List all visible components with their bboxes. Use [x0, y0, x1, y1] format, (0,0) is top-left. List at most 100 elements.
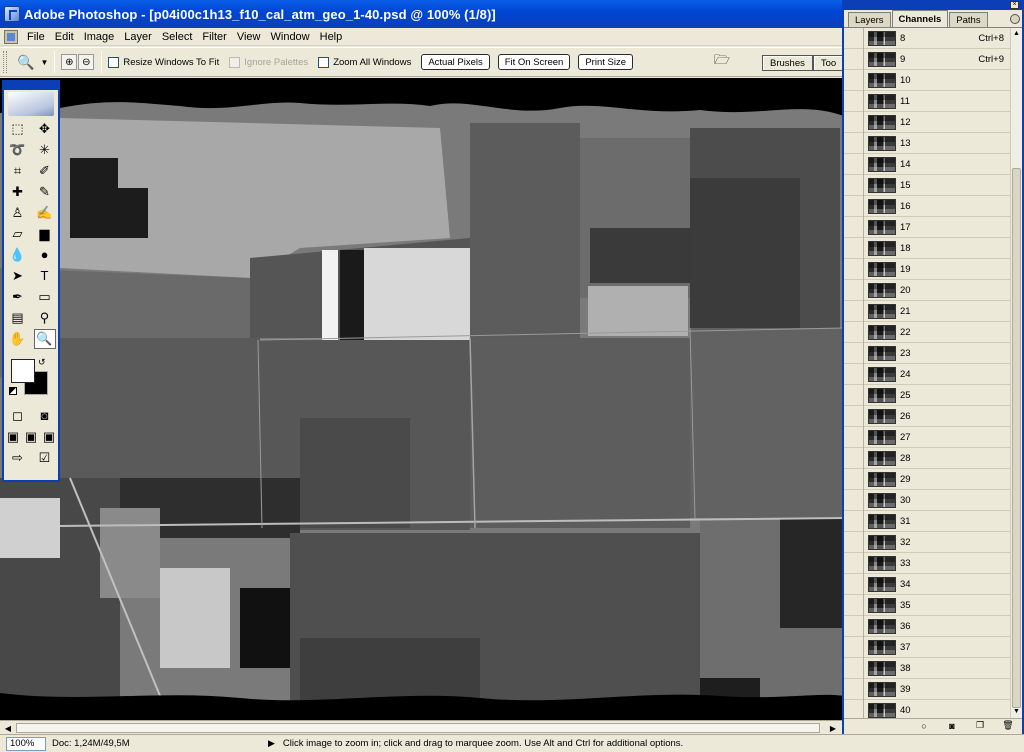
trash-icon[interactable]: 🗑	[1002, 720, 1014, 731]
visibility-eye-icon[interactable]	[844, 237, 864, 259]
title-bar[interactable]: Adobe Photoshop - [p04i00c1h13_f10_cal_a…	[0, 0, 844, 28]
channel-row[interactable]: 39	[844, 678, 1010, 700]
menu-layer[interactable]: Layer	[119, 31, 157, 43]
channel-row[interactable]: 34	[844, 573, 1010, 595]
channel-row[interactable]: 8 Ctrl+8	[844, 28, 1010, 49]
move-tool-icon[interactable]: ✥	[34, 119, 56, 139]
new-channel-icon[interactable]: ❐	[974, 720, 986, 731]
photoshop-app-icon[interactable]	[4, 6, 20, 22]
channel-row[interactable]: 20	[844, 279, 1010, 301]
visibility-eye-icon[interactable]	[844, 321, 864, 343]
visibility-eye-icon[interactable]	[844, 510, 864, 532]
channel-row[interactable]: 25	[844, 384, 1010, 406]
channel-row[interactable]: 12	[844, 111, 1010, 133]
image-canvas[interactable]	[0, 78, 844, 720]
hand-tool-icon[interactable]: ✋	[7, 329, 29, 349]
visibility-eye-icon[interactable]	[844, 216, 864, 238]
history-brush-tool-icon[interactable]: ✍	[34, 203, 56, 223]
channel-row[interactable]: 9 Ctrl+9	[844, 48, 1010, 70]
notes-tool-icon[interactable]: ▤	[7, 308, 29, 328]
zoom-out-button[interactable]: ⊖	[78, 54, 95, 70]
channel-list-scrollbar[interactable]: ▲ ▼	[1010, 28, 1022, 718]
clone-stamp-tool-icon[interactable]: ♙	[7, 203, 29, 223]
eraser-tool-icon[interactable]: ▱	[7, 224, 29, 244]
visibility-eye-icon[interactable]	[844, 111, 864, 133]
channel-row[interactable]: 15	[844, 174, 1010, 196]
channel-row[interactable]: 27	[844, 426, 1010, 448]
screen-mode-full-menu-icon[interactable]: ▣	[22, 427, 40, 447]
visibility-eye-icon[interactable]	[844, 174, 864, 196]
channel-row[interactable]: 24	[844, 363, 1010, 385]
jump-to-imageready-icon[interactable]: ⇨	[7, 448, 29, 468]
swap-colors-icon[interactable]: ↺	[38, 357, 46, 368]
channel-row[interactable]: 28	[844, 447, 1010, 469]
crop-tool-icon[interactable]: ⌗	[7, 161, 29, 181]
visibility-eye-icon[interactable]	[844, 657, 864, 679]
brush-tool-icon[interactable]: ✎	[34, 182, 56, 202]
slice-tool-icon[interactable]: ✐	[34, 161, 56, 181]
zoom-level-field[interactable]: 100%	[6, 736, 46, 751]
edit-in-imageready-icon[interactable]: ☑	[34, 448, 56, 468]
document-size-info[interactable]: Doc: 1,24M/49,5M	[52, 738, 212, 749]
channel-row[interactable]: 19	[844, 258, 1010, 280]
visibility-eye-icon[interactable]	[844, 28, 864, 49]
options-bar-grip[interactable]	[3, 51, 7, 73]
status-menu-arrow-icon[interactable]: ▶	[268, 738, 275, 749]
visibility-eye-icon[interactable]	[844, 384, 864, 406]
document-icon[interactable]	[4, 29, 18, 44]
marquee-tool-icon[interactable]: ⬚	[7, 119, 29, 139]
channel-row[interactable]: 36	[844, 615, 1010, 637]
visibility-eye-icon[interactable]	[844, 531, 864, 553]
visibility-eye-icon[interactable]	[844, 615, 864, 637]
menu-select[interactable]: Select	[157, 31, 198, 43]
visibility-eye-icon[interactable]	[844, 195, 864, 217]
scroll-down-icon[interactable]: ▼	[1011, 706, 1022, 717]
channel-row[interactable]: 29	[844, 468, 1010, 490]
channel-row[interactable]: 17	[844, 216, 1010, 238]
healing-brush-tool-icon[interactable]: ✚	[7, 182, 29, 202]
channel-row[interactable]: 35	[844, 594, 1010, 616]
shape-tool-icon[interactable]: ▭	[34, 287, 56, 307]
menu-image[interactable]: Image	[79, 31, 120, 43]
tab-layers[interactable]: Layers	[848, 12, 891, 27]
visibility-eye-icon[interactable]	[844, 678, 864, 700]
tab-channels[interactable]: Channels	[891, 10, 949, 27]
satellite-image[interactable]	[0, 78, 844, 720]
channel-row[interactable]: 32	[844, 531, 1010, 553]
standard-mode-icon[interactable]: ◻	[7, 406, 29, 426]
visibility-eye-icon[interactable]	[844, 363, 864, 385]
actual-pixels-button[interactable]: Actual Pixels	[421, 54, 490, 70]
default-colors-icon[interactable]	[9, 387, 17, 395]
toolbox-title-bar[interactable]	[4, 82, 58, 90]
visibility-eye-icon[interactable]	[844, 300, 864, 322]
channel-row[interactable]: 13	[844, 132, 1010, 154]
scroll-right-icon[interactable]: ▶	[826, 722, 840, 734]
file-browser-icon[interactable]: 🗁	[711, 52, 733, 72]
path-selection-tool-icon[interactable]: ➤	[7, 266, 29, 286]
channel-row[interactable]: 22	[844, 321, 1010, 343]
channel-row[interactable]: 11	[844, 90, 1010, 112]
visibility-eye-icon[interactable]	[844, 447, 864, 469]
channel-row[interactable]: 14	[844, 153, 1010, 175]
channel-row[interactable]: 23	[844, 342, 1010, 364]
scroll-up-icon[interactable]: ▲	[1011, 28, 1022, 39]
menu-filter[interactable]: Filter	[197, 31, 231, 43]
visibility-eye-icon[interactable]	[844, 573, 864, 595]
visibility-eye-icon[interactable]	[844, 489, 864, 511]
channel-row[interactable]: 16	[844, 195, 1010, 217]
tool-presets-tab[interactable]: Too	[812, 55, 845, 71]
channel-row[interactable]: 21	[844, 300, 1010, 322]
channel-row[interactable]: 30	[844, 489, 1010, 511]
visibility-eye-icon[interactable]	[844, 90, 864, 112]
channel-row[interactable]: 40	[844, 699, 1010, 718]
magic-wand-tool-icon[interactable]: ✳	[34, 140, 56, 160]
visibility-eye-icon[interactable]	[844, 699, 864, 718]
tab-paths[interactable]: Paths	[949, 12, 988, 27]
lasso-tool-icon[interactable]: ➰	[7, 140, 29, 160]
pen-tool-icon[interactable]: ✒	[7, 287, 29, 307]
palette-menu-icon[interactable]	[1010, 14, 1020, 24]
visibility-eye-icon[interactable]	[844, 258, 864, 280]
print-size-button[interactable]: Print Size	[578, 54, 633, 70]
zoom-all-windows-checkbox[interactable]: Zoom All Windows	[318, 56, 411, 68]
visibility-eye-icon[interactable]	[844, 69, 864, 91]
